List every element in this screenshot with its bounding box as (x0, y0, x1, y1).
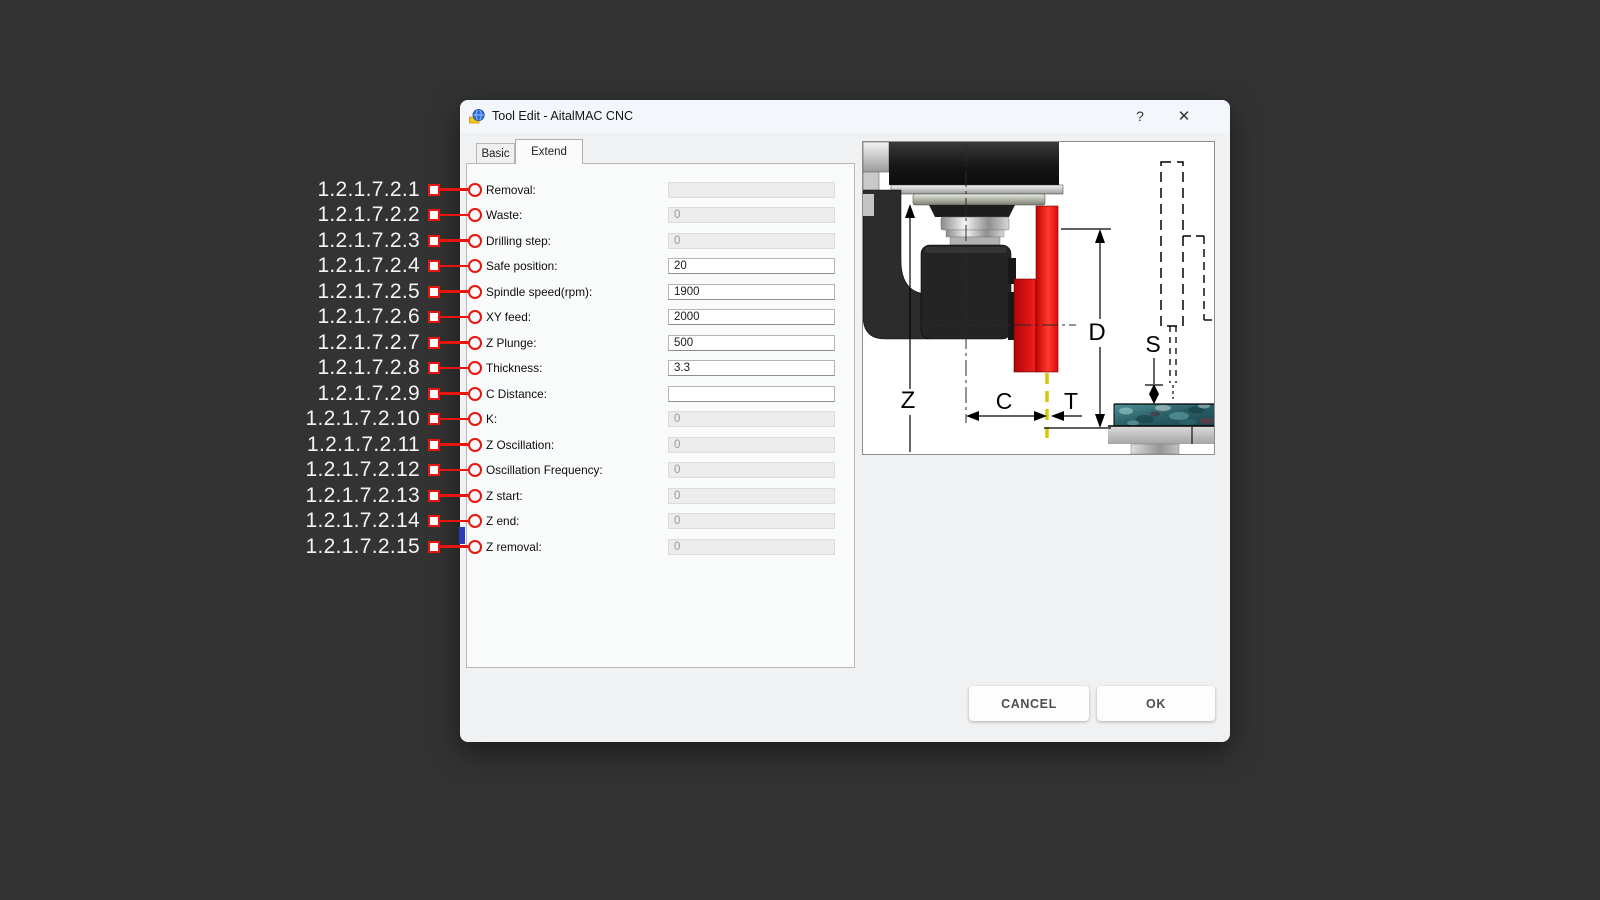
field-label: Removal: (486, 180, 536, 200)
tab-extend[interactable]: Extend (515, 139, 583, 164)
annotation-number: 1.2.1.7.2.4 (290, 254, 420, 278)
annotation-square-marker (428, 286, 440, 298)
field-input[interactable] (668, 335, 835, 351)
annotation-row: 1.2.1.7.2.2 (290, 205, 484, 225)
annotation-number: 1.2.1.7.2.9 (290, 382, 420, 406)
field-input (668, 437, 835, 453)
field-input (668, 411, 835, 427)
annotation-square-marker (428, 209, 440, 221)
annotation-square-marker (428, 439, 440, 451)
form-row: XY feed: (486, 307, 876, 327)
annotation-square-marker (428, 388, 440, 400)
field-input[interactable] (668, 309, 835, 325)
tool-edit-dialog: Tool Edit - AitalMAC CNC ? ✕ Basic Exten… (460, 100, 1230, 742)
annotation-row: 1.2.1.7.2.5 (290, 282, 484, 302)
blue-edge-marker (459, 527, 465, 544)
field-input (668, 233, 835, 249)
annotation-number: 1.2.1.7.2.6 (290, 305, 420, 329)
annotation-square-marker (428, 311, 440, 323)
form-row: C Distance: (486, 384, 876, 404)
annotation-number: 1.2.1.7.2.15 (290, 535, 420, 559)
field-label: C Distance: (486, 384, 547, 404)
field-label: Safe position: (486, 256, 557, 276)
annotation-row: 1.2.1.7.2.12 (290, 460, 484, 480)
annotation-row: 1.2.1.7.2.9 (290, 384, 484, 404)
field-label: XY feed: (486, 307, 531, 327)
form-row: Drilling step: (486, 231, 876, 251)
annotation-number: 1.2.1.7.2.13 (290, 484, 420, 508)
form-row: Z Plunge: (486, 333, 876, 353)
annotation-row: 1.2.1.7.2.14 (290, 511, 484, 531)
field-input[interactable] (668, 258, 835, 274)
annotation-square-marker (428, 337, 440, 349)
form-rows: Removal: Waste: Drilling step: Safe positio… (460, 100, 1230, 742)
field-label: Z Oscillation: (486, 435, 554, 455)
annotation-row: 1.2.1.7.2.11 (290, 435, 484, 455)
annotation-number: 1.2.1.7.2.7 (290, 331, 420, 355)
field-label: Z removal: (486, 537, 542, 557)
annotation-row: 1.2.1.7.2.1 (290, 180, 484, 200)
annotation-number: 1.2.1.7.2.8 (290, 356, 420, 380)
field-input (668, 207, 835, 223)
field-label: Oscillation Frequency: (486, 460, 603, 480)
form-row: Thickness: (486, 358, 876, 378)
form-row: Safe position: (486, 256, 876, 276)
form-row: Z start: (486, 486, 876, 506)
field-label: Thickness: (486, 358, 542, 378)
annotation-square-marker (428, 464, 440, 476)
field-input (668, 539, 835, 555)
field-input[interactable] (668, 360, 835, 376)
annotation-row: 1.2.1.7.2.10 (290, 409, 484, 429)
form-row: Z Oscillation: (486, 435, 876, 455)
field-label: Spindle speed(rpm): (486, 282, 592, 302)
annotation-square-marker (428, 490, 440, 502)
field-label: K: (486, 409, 497, 429)
form-row: K: (486, 409, 876, 429)
annotation-number: 1.2.1.7.2.5 (290, 280, 420, 304)
desktop-background: Tool Edit - AitalMAC CNC ? ✕ Basic Exten… (0, 0, 1600, 900)
annotation-row: 1.2.1.7.2.7 (290, 333, 484, 353)
field-label: Drilling step: (486, 231, 551, 251)
annotation-number: 1.2.1.7.2.3 (290, 229, 420, 253)
annotation-row: 1.2.1.7.2.6 (290, 307, 484, 327)
field-input (668, 488, 835, 504)
field-input (668, 182, 835, 198)
field-label: Z end: (486, 511, 519, 531)
form-row: Removal: (486, 180, 876, 200)
field-input (668, 513, 835, 529)
form-row: Z end: (486, 511, 876, 531)
annotation-number: 1.2.1.7.2.12 (290, 458, 420, 482)
annotation-square-marker (428, 235, 440, 247)
annotation-square-marker (428, 413, 440, 425)
field-label: Waste: (486, 205, 522, 225)
annotation-row: 1.2.1.7.2.13 (290, 486, 484, 506)
annotation-row: 1.2.1.7.2.8 (290, 358, 484, 378)
annotation-square-marker (428, 260, 440, 272)
annotation-square-marker (428, 362, 440, 374)
form-row: Oscillation Frequency: (486, 460, 876, 480)
field-input[interactable] (668, 386, 835, 402)
field-input[interactable] (668, 284, 835, 300)
annotation-number: 1.2.1.7.2.2 (290, 203, 420, 227)
form-row: Z removal: (486, 537, 876, 557)
field-label: Z Plunge: (486, 333, 537, 353)
annotation-row: 1.2.1.7.2.15 (290, 537, 484, 557)
annotation-number: 1.2.1.7.2.14 (290, 509, 420, 533)
annotation-square-marker (428, 184, 440, 196)
annotation-number: 1.2.1.7.2.10 (290, 407, 420, 431)
field-input (668, 462, 835, 478)
annotation-row: 1.2.1.7.2.4 (290, 256, 484, 276)
annotation-square-marker (428, 515, 440, 527)
annotation-row: 1.2.1.7.2.3 (290, 231, 484, 251)
annotation-number: 1.2.1.7.2.11 (290, 433, 420, 457)
form-row: Spindle speed(rpm): (486, 282, 876, 302)
field-label: Z start: (486, 486, 523, 506)
annotation-number: 1.2.1.7.2.1 (290, 178, 420, 202)
annotation-square-marker (428, 541, 440, 553)
form-row: Waste: (486, 205, 876, 225)
